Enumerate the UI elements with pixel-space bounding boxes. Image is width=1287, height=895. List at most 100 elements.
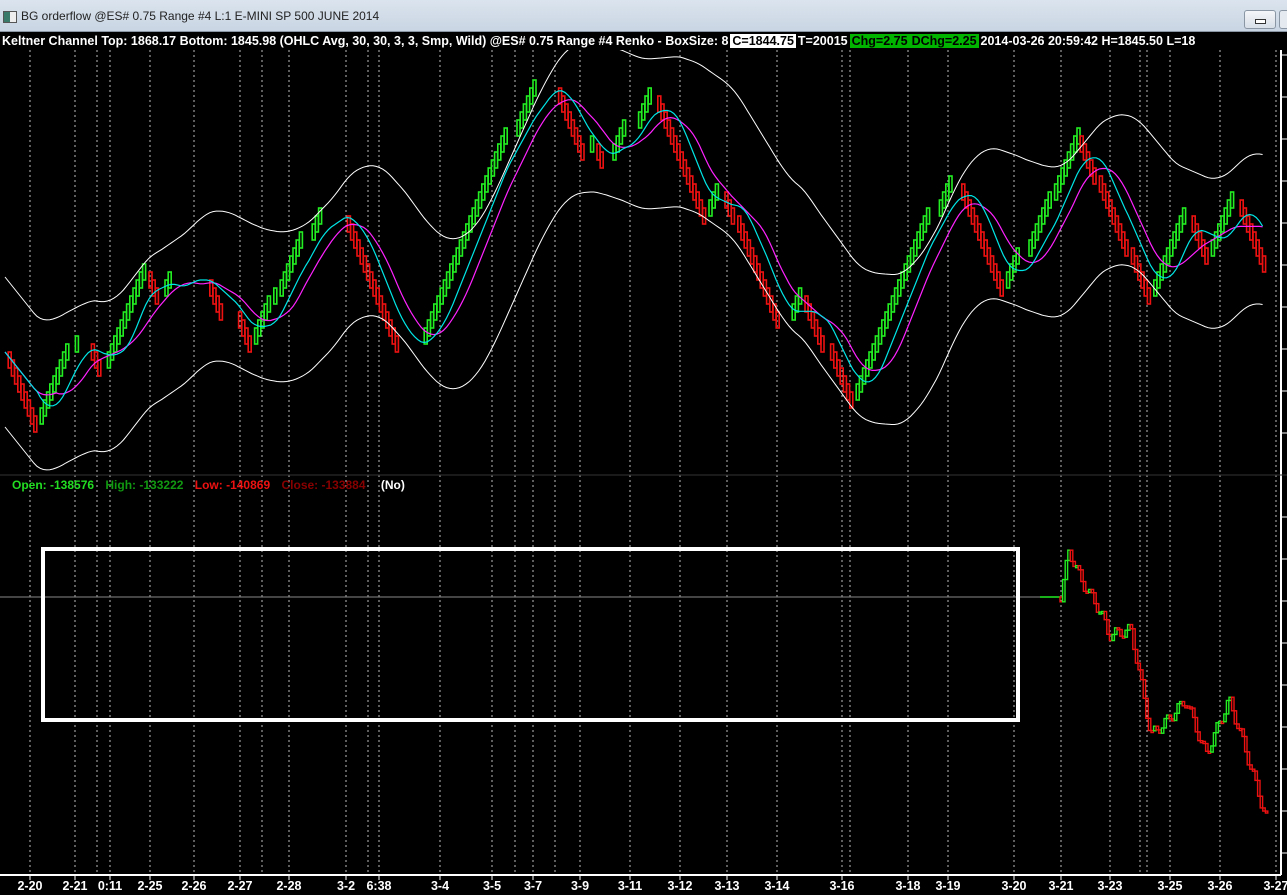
bar-up (1163, 717, 1168, 729)
renko-brick-up (141, 263, 147, 281)
bar-up (1210, 745, 1214, 753)
info-high: High: -133222 (105, 478, 184, 492)
x-axis-label: 3-7 (523, 879, 543, 893)
bar-down (1241, 728, 1246, 738)
bar-down (1233, 710, 1238, 725)
renko-brick-down (820, 335, 825, 353)
study-info: Keltner Channel Top: 1868.17 Bottom: 184… (2, 34, 729, 48)
bar-up (1061, 578, 1066, 603)
x-axis-label: 2-28 (276, 879, 302, 893)
x-axis-label: 2-26 (181, 879, 207, 893)
x-axis-label: 3-16 (829, 879, 855, 893)
x-axis-label: 3-11 (617, 879, 643, 893)
renko-brick-up (1015, 247, 1021, 265)
datetime-hl: 2014-03-26 20:59:42 H=1845.50 L=18 (980, 34, 1196, 48)
bar-up (1176, 702, 1181, 715)
renko-brick-up (272, 287, 278, 305)
x-axis-label: 6:38 (366, 879, 392, 893)
renko-brick-up (503, 127, 509, 145)
bar-down (1119, 628, 1123, 637)
maximize-button[interactable] (1279, 10, 1287, 29)
renko-brick-up (1181, 207, 1187, 225)
bar-down (1194, 716, 1199, 733)
renko-brick-up (1229, 191, 1235, 209)
renko-brick-up (948, 175, 953, 193)
bar-down (1106, 618, 1110, 636)
renko-brick-down (580, 143, 585, 161)
bar-down (1132, 628, 1136, 651)
x-axis-label: 3-23 (1097, 879, 1123, 893)
x-axis-label: 2-20 (17, 879, 43, 893)
bar-down (1197, 731, 1201, 742)
info-flag: (No) (380, 478, 405, 492)
renko-brick-down (97, 359, 102, 377)
bar-down (1259, 795, 1264, 809)
renko-brick-up (925, 207, 931, 225)
bar-down (1230, 696, 1235, 712)
renko-brick-down (218, 303, 224, 321)
renko-brick-down (1124, 239, 1129, 257)
renko-brick-down (247, 335, 252, 353)
app-icon (3, 11, 17, 23)
title-bar: BG orderflow @ES# 0.75 Range #4 L:1 E-MI… (0, 0, 1287, 32)
bar-up (1111, 633, 1116, 642)
bar-up (1064, 559, 1069, 581)
x-axis-label: 3-27 (1263, 879, 1287, 893)
bar-up (1124, 629, 1129, 638)
renko-brick-up (74, 335, 80, 353)
x-axis-label: 3-18 (895, 879, 921, 893)
x-axis-label: 0:11 (97, 879, 123, 893)
x-axis-label: 3-12 (667, 879, 693, 893)
renko-brick-up (647, 87, 653, 105)
renko-brick-down (999, 279, 1005, 297)
x-axis-label: 3-13 (714, 879, 740, 893)
close-price: C=1844.75 (730, 34, 796, 48)
bar-up (1215, 722, 1220, 734)
renko-brick-down (1146, 287, 1152, 305)
bar-down (1243, 735, 1248, 753)
renko-brick-up (1047, 191, 1052, 209)
renko-brick-up (621, 119, 627, 137)
x-axis-label: 2-25 (137, 879, 163, 893)
chart-status-line: Keltner Channel Top: 1868.17 Bottom: 184… (0, 32, 1287, 50)
bar-down (1093, 592, 1097, 605)
x-axis-label: 2-21 (62, 879, 88, 893)
change-badge: Chg=2.75 (849, 34, 910, 48)
info-open: Open: -138576 (12, 478, 95, 492)
bar-down (1095, 602, 1100, 613)
x-axis-label: 3-14 (764, 879, 790, 893)
bar-down (1139, 669, 1144, 681)
minimize-button[interactable] (1244, 10, 1276, 29)
bar-up (1223, 713, 1227, 723)
x-axis-label: 3-2 (336, 879, 356, 893)
lower-panel-info: Open: -138576 High: -133222 Low: -140869… (12, 478, 413, 492)
renko-brick-up (298, 231, 304, 249)
price-chart[interactable] (0, 50, 1287, 895)
x-axis-label: 3-9 (570, 879, 590, 893)
x-axis-label: 3-4 (430, 879, 450, 893)
bar-down (1256, 779, 1261, 797)
bar-down (1147, 717, 1152, 732)
bar-down (1137, 662, 1142, 671)
bar-down (1103, 610, 1108, 621)
bar-down (1069, 549, 1074, 563)
highlight-box (41, 547, 1020, 722)
bar-down (1204, 742, 1209, 753)
renko-brick-up (266, 295, 272, 313)
daily-change-badge: DChg=2.25 (909, 34, 979, 48)
info-close: Close: -133884 (281, 478, 366, 492)
bar-down (1254, 770, 1259, 782)
x-axis-label: 3-25 (1157, 879, 1183, 893)
bar-down (1082, 580, 1087, 592)
bar-down (1191, 707, 1196, 719)
bar-up (1212, 732, 1217, 747)
window-title: BG orderflow @ES# 0.75 Range #4 L:1 E-MI… (21, 9, 380, 23)
x-axis-label: 3-21 (1048, 879, 1074, 893)
x-axis-label: 3-20 (1001, 879, 1027, 893)
renko-brick-down (32, 415, 38, 433)
renko-brick-down (730, 207, 736, 225)
renko-brick-down (775, 311, 781, 329)
bar-down (1246, 751, 1251, 766)
bar-down (1134, 648, 1139, 664)
x-axis-label: 3-26 (1207, 879, 1233, 893)
